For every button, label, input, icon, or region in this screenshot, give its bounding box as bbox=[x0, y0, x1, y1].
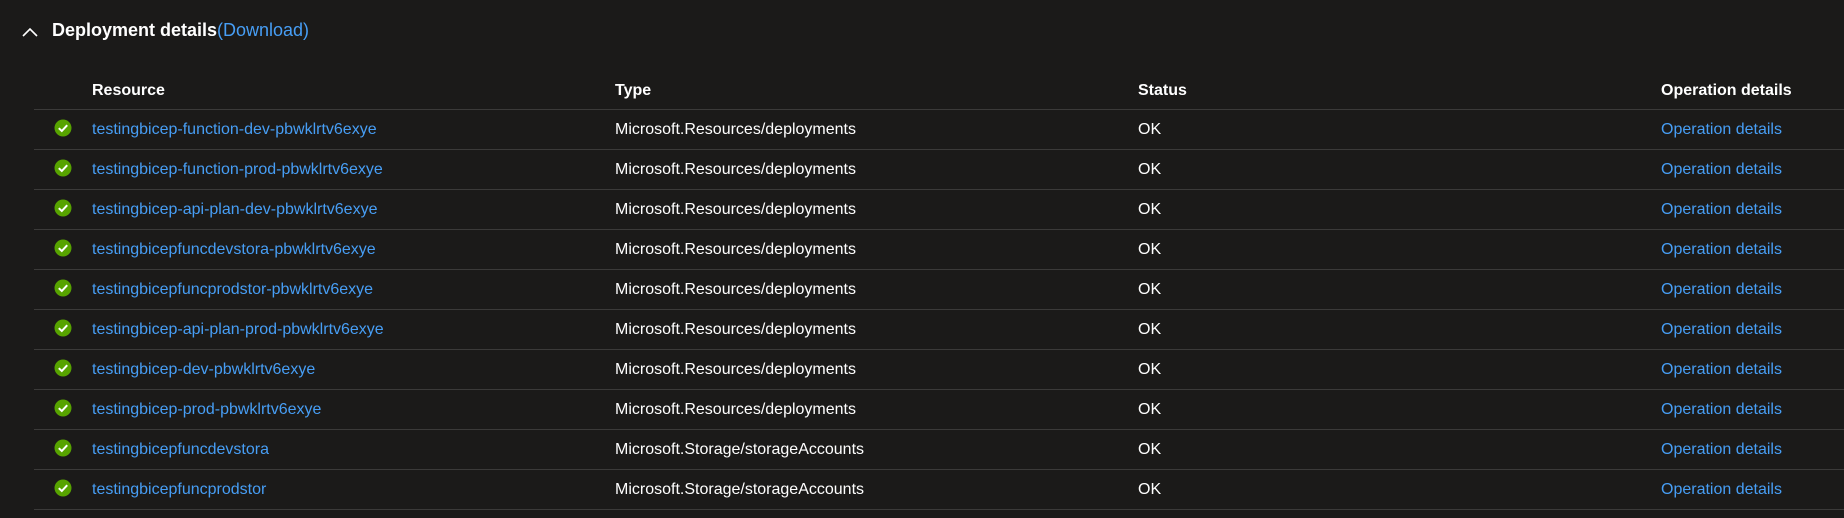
section-title: Deployment details bbox=[52, 20, 218, 40]
status-icon-cell bbox=[54, 110, 72, 149]
success-check-icon bbox=[54, 119, 72, 137]
operation-details-link[interactable]: Operation details bbox=[1661, 470, 1782, 509]
success-check-icon bbox=[54, 279, 72, 297]
deployment-details-table: Resource Type Status Operation details t… bbox=[34, 72, 1844, 510]
resource-link[interactable]: testingbicepfuncdevstora bbox=[92, 430, 269, 469]
operation-details-link[interactable]: Operation details bbox=[1661, 270, 1782, 309]
resource-link[interactable]: testingbicepfuncprodstor-pbwklrtv6exye bbox=[92, 270, 373, 309]
success-check-icon bbox=[54, 359, 72, 377]
status-text: OK bbox=[1138, 280, 1162, 298]
resource-type: Microsoft.Resources/deployments bbox=[615, 320, 856, 338]
status-icon-cell bbox=[54, 390, 72, 429]
section-header: Deployment details (Download) bbox=[0, 0, 1844, 64]
status-text: OK bbox=[1138, 360, 1162, 378]
resource-type: Microsoft.Resources/deployments bbox=[615, 400, 856, 418]
table-row: testingbicep-api-plan-dev-pbwklrtv6exye M… bbox=[34, 190, 1844, 230]
operation-details-link[interactable]: Operation details bbox=[1661, 430, 1782, 469]
resource-link[interactable]: testingbicep-function-dev-pbwklrtv6exye bbox=[92, 110, 377, 149]
operation-details-link[interactable]: Operation details bbox=[1661, 230, 1782, 269]
resource-type: Microsoft.Resources/deployments bbox=[615, 280, 856, 298]
table-row: testingbicep-dev-pbwklrtv6exye Microsoft.… bbox=[34, 350, 1844, 390]
resource-link[interactable]: testingbicep-prod-pbwklrtv6exye bbox=[92, 390, 321, 429]
table-body: testingbicep-function-dev-pbwklrtv6exye M… bbox=[34, 110, 1844, 510]
resource-link[interactable]: testingbicep-api-plan-dev-pbwklrtv6exye bbox=[92, 190, 377, 229]
table-row: testingbicepfuncprodstor-pbwklrtv6exye Mi… bbox=[34, 270, 1844, 310]
operation-details-link[interactable]: Operation details bbox=[1661, 390, 1782, 429]
table-row: testingbicep-function-prod-pbwklrtv6exye… bbox=[34, 150, 1844, 190]
status-text: OK bbox=[1138, 440, 1162, 458]
operation-details-link[interactable]: Operation details bbox=[1661, 190, 1782, 229]
status-icon-cell bbox=[54, 190, 72, 229]
status-text: OK bbox=[1138, 160, 1162, 178]
chevron-up-icon[interactable] bbox=[20, 22, 40, 42]
table-row: testingbicepfuncdevstora-pbwklrtv6exye Mi… bbox=[34, 230, 1844, 270]
table-row: testingbicep-api-plan-prod-pbwklrtv6exye… bbox=[34, 310, 1844, 350]
status-text: OK bbox=[1138, 120, 1162, 138]
operation-details-link[interactable]: Operation details bbox=[1661, 350, 1782, 389]
status-icon-cell bbox=[54, 150, 72, 189]
table-row: testingbicep-function-dev-pbwklrtv6exye M… bbox=[34, 110, 1844, 150]
success-check-icon bbox=[54, 239, 72, 257]
resource-link[interactable]: testingbicep-api-plan-prod-pbwklrtv6exye bbox=[92, 310, 384, 349]
resource-type: Microsoft.Resources/deployments bbox=[615, 120, 856, 138]
column-header-resource: Resource bbox=[92, 81, 165, 99]
column-header-type: Type bbox=[615, 81, 652, 99]
status-icon-cell bbox=[54, 430, 72, 469]
success-check-icon bbox=[54, 199, 72, 217]
table-row: testingbicep-prod-pbwklrtv6exye Microsoft… bbox=[34, 390, 1844, 430]
resource-type: Microsoft.Resources/deployments bbox=[615, 160, 856, 178]
operation-details-link[interactable]: Operation details bbox=[1661, 310, 1782, 349]
resource-type: Microsoft.Storage/storageAccounts bbox=[615, 480, 865, 498]
status-icon-cell bbox=[54, 270, 72, 309]
status-icon-cell bbox=[54, 470, 72, 509]
resource-link[interactable]: testingbicepfuncdevstora-pbwklrtv6exye bbox=[92, 230, 376, 269]
operation-details-link[interactable]: Operation details bbox=[1661, 110, 1782, 149]
resource-type: Microsoft.Storage/storageAccounts bbox=[615, 440, 865, 458]
status-text: OK bbox=[1138, 480, 1162, 498]
resource-type: Microsoft.Resources/deployments bbox=[615, 200, 856, 218]
column-header-operation-details: Operation details bbox=[1661, 81, 1792, 99]
resource-link[interactable]: testingbicep-function-prod-pbwklrtv6exye bbox=[92, 150, 383, 189]
table-row: testingbicepfuncprodstor Microsoft.Storag… bbox=[34, 470, 1844, 510]
success-check-icon bbox=[54, 439, 72, 457]
resource-link[interactable]: testingbicep-dev-pbwklrtv6exye bbox=[92, 350, 315, 389]
status-text: OK bbox=[1138, 400, 1162, 418]
status-icon-cell bbox=[54, 310, 72, 349]
resource-type: Microsoft.Resources/deployments bbox=[615, 240, 856, 258]
operation-details-link[interactable]: Operation details bbox=[1661, 150, 1782, 189]
status-icon-cell bbox=[54, 230, 72, 269]
status-text: OK bbox=[1138, 200, 1162, 218]
table-row: testingbicepfuncdevstora Microsoft.Storag… bbox=[34, 430, 1844, 470]
success-check-icon bbox=[54, 399, 72, 417]
download-link[interactable]: (Download) bbox=[217, 20, 309, 41]
resource-type: Microsoft.Resources/deployments bbox=[615, 360, 856, 378]
status-icon-cell bbox=[54, 350, 72, 389]
success-check-icon bbox=[54, 159, 72, 177]
status-text: OK bbox=[1138, 320, 1162, 338]
success-check-icon bbox=[54, 319, 72, 337]
column-header-status: Status bbox=[1138, 81, 1187, 99]
status-text: OK bbox=[1138, 240, 1162, 258]
resource-link[interactable]: testingbicepfuncprodstor bbox=[92, 470, 266, 509]
success-check-icon bbox=[54, 479, 72, 497]
table-header-row: Resource Type Status Operation details bbox=[34, 72, 1844, 110]
